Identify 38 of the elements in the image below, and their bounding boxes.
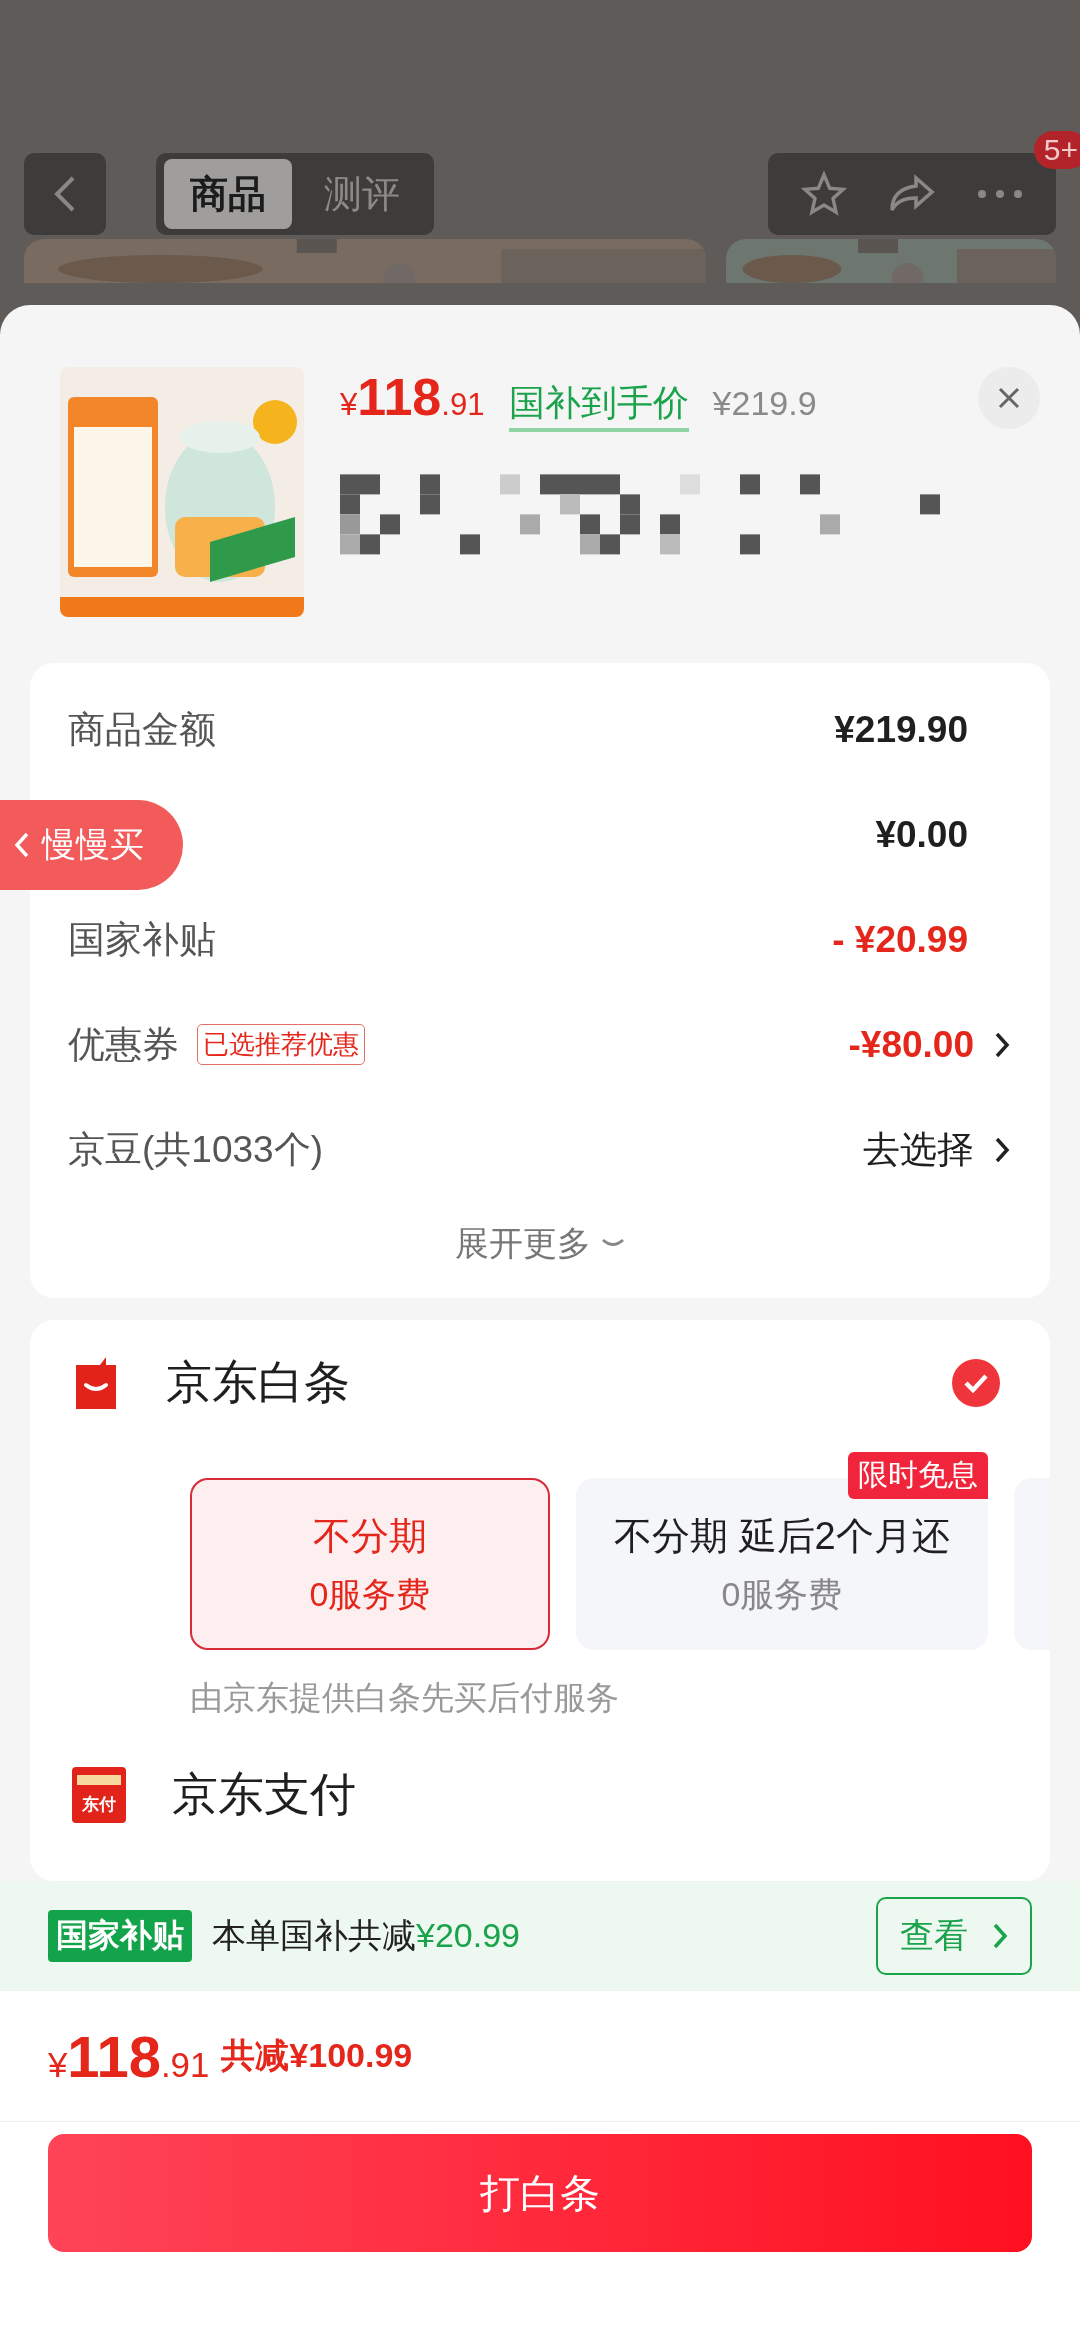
jdpay-icon: 东付 [72, 1767, 126, 1823]
subsidy-badge: 国家补贴 [48, 1910, 192, 1962]
expand-button[interactable]: 展开更多 [449, 1220, 631, 1268]
price: ¥118.91 [340, 367, 485, 427]
subsidy-text: 本单国补共减¥20.99 [212, 1915, 520, 1956]
row-value: ¥0.00 [875, 813, 968, 856]
chevron-icon [994, 1030, 1010, 1059]
chevron-icon [992, 1922, 1008, 1950]
payment-method-name[interactable]: 京东支付 [172, 1764, 356, 1826]
back-icon [53, 174, 77, 214]
row-label: 国家补贴 [68, 917, 216, 962]
close-icon [997, 386, 1021, 410]
price-label: 国补到手价 [508, 379, 689, 432]
service-note: 由京东提供白条先买后付服务 [189, 1678, 620, 1718]
original-price: ¥219.9 [712, 384, 817, 423]
row-value: - ¥20.99 [832, 918, 968, 961]
promo-badge: 限时免息 [847, 1452, 988, 1499]
installment-option[interactable]: 不分期 0服务费 [190, 1478, 550, 1650]
pay-button[interactable]: 打白条 [48, 2134, 1032, 2252]
check-icon[interactable] [952, 1359, 1000, 1407]
row-label: 优惠券 [68, 1022, 179, 1067]
tab[interactable]: 商品 [164, 159, 292, 229]
floating-tab[interactable]: 慢慢买 [0, 800, 183, 890]
coupon-tag: 已选推荐优惠 [197, 1024, 365, 1065]
price: ¥118.91 [48, 2022, 210, 2090]
row-label: 商品金额 [68, 707, 216, 752]
notification-badge: 5+ [1033, 131, 1080, 169]
total-saving: 共减¥100.99 [221, 2035, 413, 2076]
row-value: ¥219.90 [834, 708, 968, 751]
payment-method-name[interactable]: 京东白条 [166, 1352, 350, 1414]
back-icon [14, 831, 30, 859]
chevron-icon [994, 1135, 1010, 1164]
row-label: 京豆(共1033个) [68, 1127, 323, 1172]
tab[interactable]: 测评 [298, 159, 426, 229]
view-button[interactable]: 查看 [876, 1897, 1032, 1975]
row-value[interactable]: -¥80.00 [848, 1023, 974, 1066]
row-value[interactable]: 去选择 [863, 1124, 974, 1175]
back-button[interactable] [24, 153, 106, 235]
